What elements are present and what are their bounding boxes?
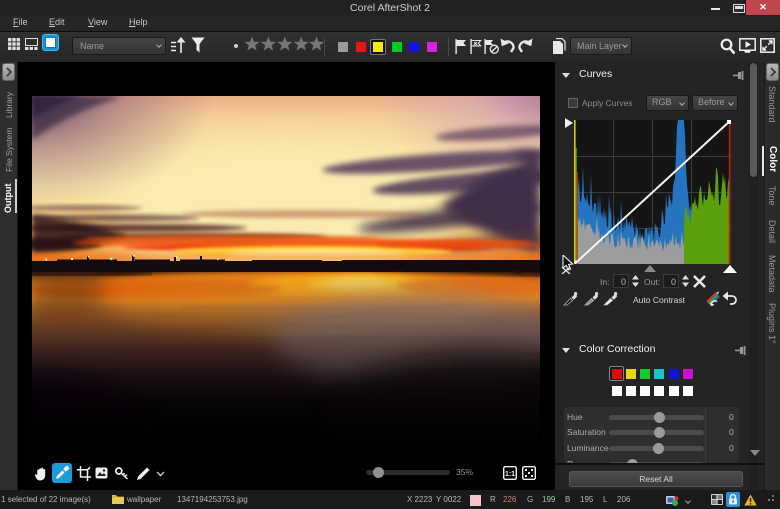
svg-text:1:1: 1:1	[505, 471, 515, 478]
